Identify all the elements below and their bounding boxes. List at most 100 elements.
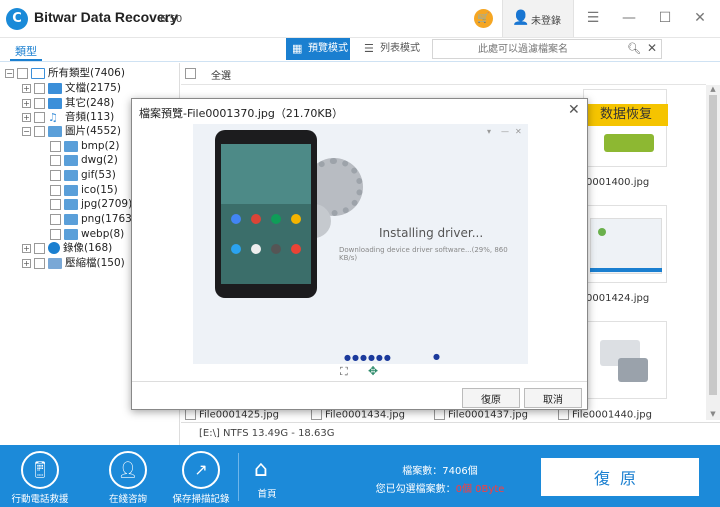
tree-item-png[interactable]: png(1763): [50, 212, 136, 226]
thumbnail-banner: 数据恢复: [584, 104, 668, 126]
collapse-toggle-icon[interactable]: −: [5, 68, 14, 78]
dialog-restore-button[interactable]: 復原: [462, 388, 520, 408]
file-thumbnail[interactable]: [583, 205, 667, 283]
tree-item-video[interactable]: + 錄像(168): [22, 241, 112, 255]
file-name[interactable]: 0001400.jpg: [586, 177, 649, 188]
image-icon: [64, 198, 78, 210]
tree-item-images[interactable]: − 圖片(4552): [22, 124, 121, 138]
tree-checkbox[interactable]: [50, 198, 61, 210]
select-all-checkbox[interactable]: [185, 68, 196, 79]
dialog-cancel-button[interactable]: 取消: [524, 388, 582, 408]
search-icon[interactable]: 🔍︎: [627, 42, 641, 55]
image-icon: [48, 125, 62, 137]
tree-item-label: 音頻(113): [65, 111, 115, 123]
online-consult-button[interactable]: 👤︎ 在綫咨詢: [93, 445, 163, 507]
tree-checkbox[interactable]: [34, 97, 45, 109]
vertical-scrollbar[interactable]: ▲ ▼: [706, 85, 720, 420]
archive-icon: [48, 257, 62, 269]
tree-item-webp[interactable]: webp(8): [50, 227, 124, 241]
tree-item-audio[interactable]: + ♫ 音頻(113): [22, 110, 114, 124]
thumbnail-device: [604, 134, 654, 152]
search-input[interactable]: [433, 40, 613, 58]
tree-item-documents[interactable]: + 文檔(2175): [22, 81, 121, 95]
maximize-icon[interactable]: ☐: [655, 8, 675, 28]
tree-checkbox[interactable]: [34, 111, 45, 123]
tree-checkbox[interactable]: [50, 213, 61, 225]
tree-item-label: bmp(2): [81, 140, 120, 152]
file-checkbox[interactable]: [558, 409, 569, 420]
file-checkbox[interactable]: [434, 409, 445, 420]
scroll-up-arrow-icon[interactable]: ▲: [706, 85, 720, 95]
expand-toggle-icon[interactable]: +: [22, 98, 31, 108]
file-name[interactable]: File0001425.jpg: [185, 409, 279, 421]
tree-checkbox[interactable]: [50, 184, 61, 196]
minimize-icon[interactable]: —: [619, 8, 639, 28]
mobile-rescue-label: 行動電話救援: [11, 494, 69, 505]
dropdown-icon: ▾: [487, 127, 492, 136]
restore-button[interactable]: 復原: [541, 458, 699, 496]
image-icon: [64, 154, 78, 166]
tree-checkbox[interactable]: [50, 154, 61, 166]
tree-checkbox[interactable]: [34, 82, 45, 94]
tab-type-indicator: [10, 59, 42, 61]
file-checkbox[interactable]: [311, 409, 322, 420]
search-box: 🔍︎ ✕: [432, 39, 662, 59]
close-icon[interactable]: ✕: [568, 102, 580, 118]
file-thumbnail[interactable]: 数据恢复: [583, 89, 668, 167]
tree-checkbox[interactable]: [17, 67, 28, 79]
tree-checkbox[interactable]: [34, 125, 45, 137]
save-scan-button[interactable]: ↗ 保存掃描記錄: [166, 445, 236, 507]
file-name[interactable]: File0001434.jpg: [311, 409, 405, 421]
cart-icon[interactable]: 🛒: [474, 9, 493, 28]
user-login-button[interactable]: 👤 未登錄: [502, 0, 574, 37]
tree-item-ico[interactable]: ico(15): [50, 183, 118, 197]
expand-toggle-icon[interactable]: +: [22, 243, 31, 253]
tree-checkbox[interactable]: [34, 257, 45, 269]
tree-item-other[interactable]: + 其它(248): [22, 96, 114, 110]
fit-screen-icon[interactable]: ⛶: [340, 365, 348, 379]
collapse-toggle-icon[interactable]: −: [22, 126, 31, 136]
scrollbar-thumb[interactable]: [709, 95, 717, 395]
tree-checkbox[interactable]: [34, 242, 45, 254]
folder-icon: [48, 97, 62, 109]
image-icon: [64, 184, 78, 196]
tree-item-label: 其它(248): [65, 97, 115, 109]
drive-info: [E:\] NTFS 13.49G - 18.63G: [199, 428, 335, 439]
tree-item-dwg[interactable]: dwg(2): [50, 153, 118, 167]
home-button[interactable]: ⌂ 首頁: [232, 445, 302, 507]
tree-item-jpg[interactable]: jpg(2709): [50, 197, 132, 211]
file-name[interactable]: File0001440.jpg: [558, 409, 652, 421]
scroll-down-arrow-icon[interactable]: ▼: [706, 410, 720, 420]
tree-item-bmp[interactable]: bmp(2): [50, 139, 119, 153]
file-name[interactable]: File0001437.jpg: [434, 409, 528, 421]
file-checkbox[interactable]: [185, 409, 196, 420]
tree-item-archive[interactable]: + 壓縮檔(150): [22, 256, 125, 270]
tree-item-gif[interactable]: gif(53): [50, 168, 116, 182]
file-thumbnail[interactable]: [583, 321, 667, 399]
image-icon: [64, 140, 78, 152]
tree-checkbox[interactable]: [50, 169, 61, 181]
expand-toggle-icon[interactable]: +: [22, 258, 31, 268]
close-icon[interactable]: ✕: [690, 8, 710, 28]
home-icon: ⌂: [254, 457, 268, 482]
mobile-rescue-button[interactable]: 📱︎ 行動電話救援: [5, 445, 75, 507]
thumbnail-progress-bar: [590, 268, 662, 272]
tree-checkbox[interactable]: [50, 140, 61, 152]
progress-dots: ●●●●●●: [344, 353, 392, 362]
tree-item-all[interactable]: − 所有類型(7406): [5, 66, 125, 80]
preview-mode-button[interactable]: ▦ 預覽模式: [286, 38, 350, 60]
menu-icon[interactable]: ☰: [583, 8, 603, 28]
image-icon: [64, 213, 78, 225]
tree-checkbox[interactable]: [50, 228, 61, 240]
selected-count: 0個: [455, 484, 472, 495]
file-name[interactable]: 0001424.jpg: [586, 293, 649, 304]
move-icon[interactable]: ✥: [368, 364, 378, 378]
tab-type[interactable]: 類型: [15, 43, 37, 59]
preview-dialog: 檔案預覽-File0001370.jpg（21.70KB） ✕ ▾ — ✕ In…: [131, 98, 588, 410]
expand-toggle-icon[interactable]: +: [22, 83, 31, 93]
expand-toggle-icon[interactable]: +: [22, 112, 31, 122]
clear-search-icon[interactable]: ✕: [647, 41, 657, 55]
grid-view-icon: ▦: [292, 42, 303, 55]
selected-size: 0Byte: [475, 484, 505, 495]
list-mode-button[interactable]: ☰ 列表模式: [358, 38, 424, 60]
